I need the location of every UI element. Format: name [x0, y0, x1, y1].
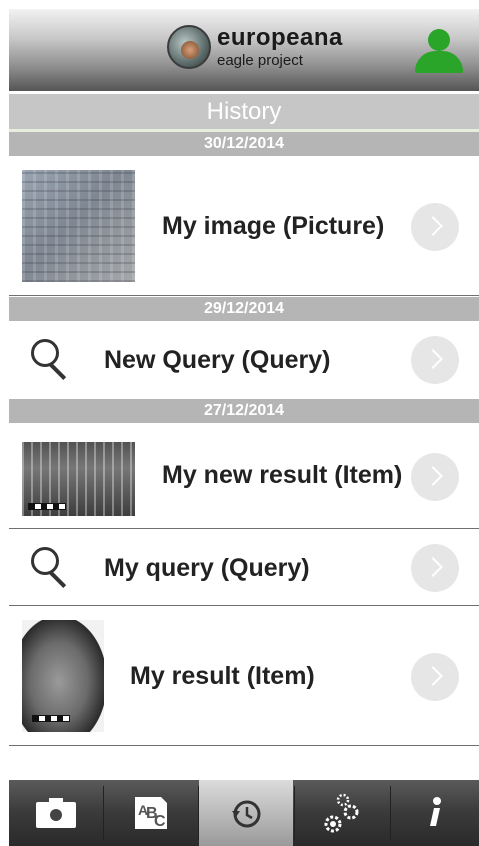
logo-emblem-icon — [167, 25, 211, 69]
item-label: My new result (Item) — [162, 461, 403, 489]
user-icon[interactable] — [415, 29, 463, 73]
chevron-right-icon[interactable] — [411, 544, 459, 592]
app-header: europeana eagle project — [9, 9, 479, 91]
history-item[interactable]: My query (Query) — [9, 529, 479, 606]
tab-settings[interactable] — [295, 780, 389, 846]
date-header: 30/12/2014 — [9, 132, 479, 156]
tab-info[interactable] — [391, 780, 479, 846]
history-item[interactable]: My new result (Item) — [9, 423, 479, 529]
row-divider — [9, 295, 479, 296]
europeana-logo: europeana eagle project — [167, 22, 347, 78]
bottom-tab-bar: A B C — [9, 780, 479, 846]
row-divider — [9, 745, 479, 746]
item-label: My image (Picture) — [162, 212, 385, 240]
camera-icon — [36, 798, 76, 828]
clock-history-icon — [232, 800, 261, 828]
app-frame: europeana eagle project History 30/12/20… — [9, 9, 479, 846]
item-thumbnail — [22, 620, 104, 732]
gears-icon — [324, 793, 359, 833]
date-header: 27/12/2014 — [9, 399, 479, 423]
chevron-right-icon[interactable] — [411, 653, 459, 701]
tab-history[interactable] — [199, 780, 293, 846]
logo-subtitle: eagle project — [217, 52, 303, 69]
item-thumbnail — [22, 436, 135, 516]
tab-camera[interactable] — [9, 780, 103, 846]
tab-text-recognition[interactable]: A B C — [104, 780, 198, 846]
svg-text:C: C — [154, 813, 166, 830]
chevron-right-icon[interactable] — [411, 453, 459, 501]
user-head — [428, 29, 450, 51]
history-item[interactable]: My image (Picture) — [9, 156, 479, 296]
item-label: My result (Item) — [130, 662, 315, 690]
picture-thumbnail — [22, 170, 135, 282]
abc-icon: A B C — [135, 797, 167, 830]
search-icon — [31, 339, 77, 385]
user-body — [415, 51, 463, 73]
history-item[interactable]: New Query (Query) — [9, 321, 479, 398]
date-header: 29/12/2014 — [9, 297, 479, 321]
item-label: My query (Query) — [104, 554, 310, 582]
chevron-right-icon[interactable] — [411, 203, 459, 251]
logo-title: europeana — [217, 24, 343, 51]
info-icon — [430, 797, 441, 826]
history-item[interactable]: My result (Item) — [9, 606, 479, 746]
history-title: History — [9, 94, 479, 132]
chevron-right-icon[interactable] — [411, 336, 459, 384]
search-icon — [31, 547, 77, 593]
item-label: New Query (Query) — [104, 346, 331, 374]
